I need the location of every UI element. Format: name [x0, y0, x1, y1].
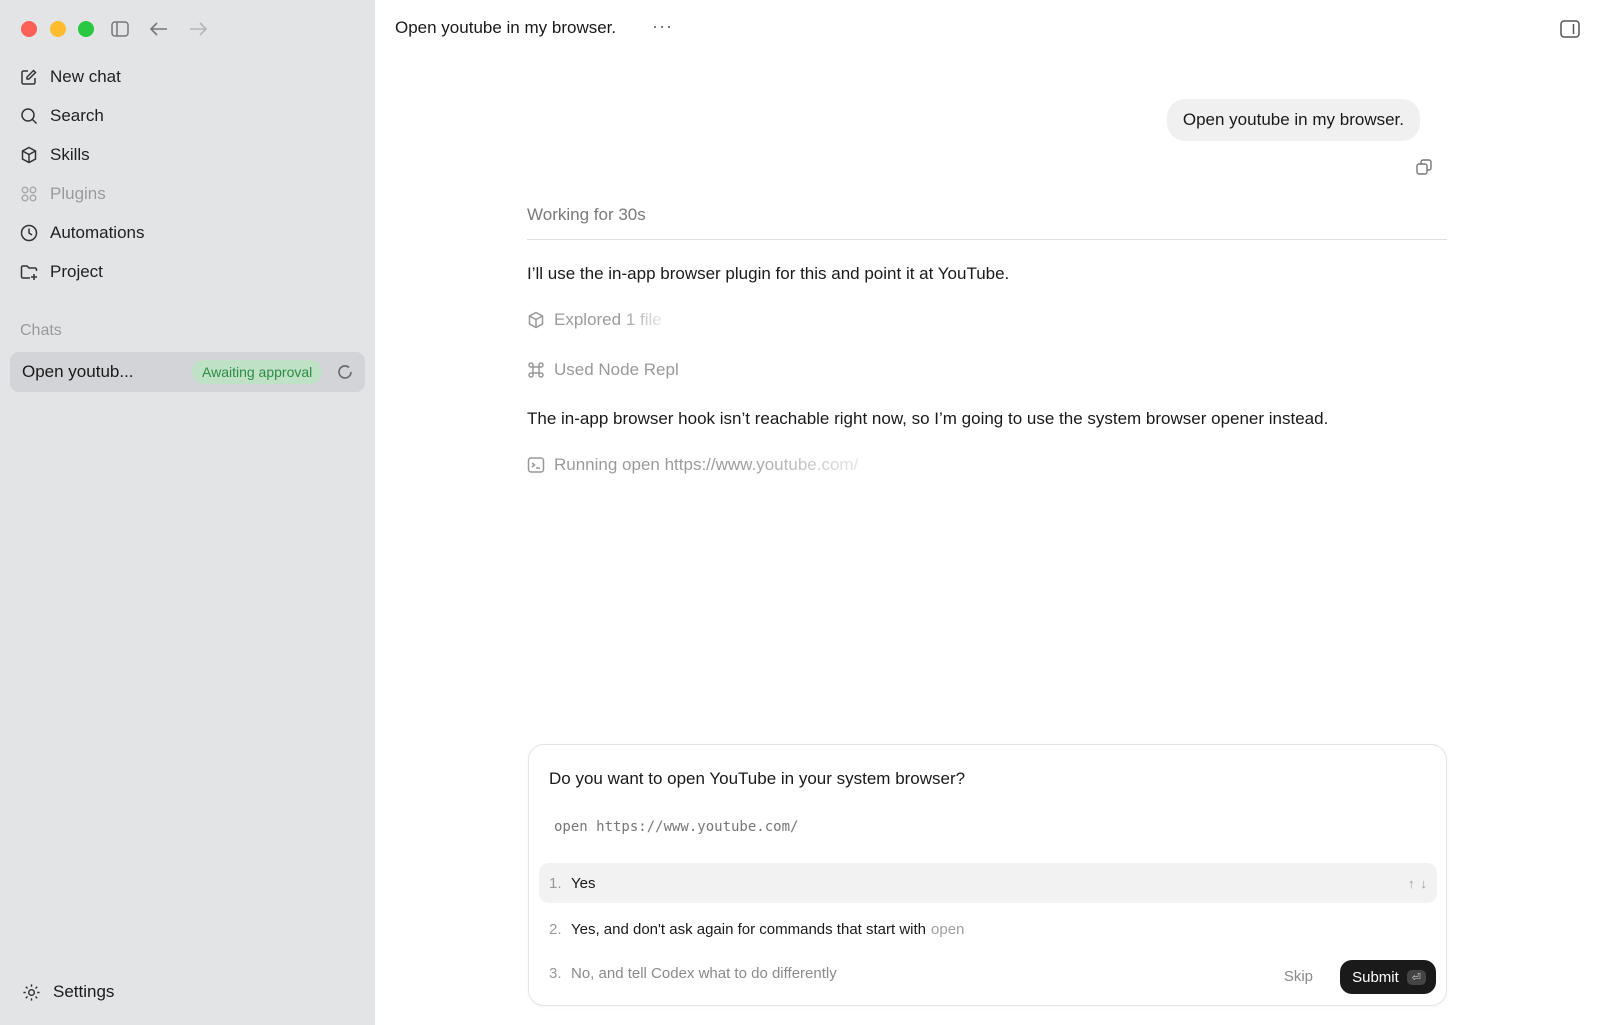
enter-key-icon: ⏎ — [1406, 969, 1426, 985]
settings-button[interactable]: Settings — [22, 982, 114, 1002]
sidebar-item-automations[interactable]: Automations — [20, 220, 145, 246]
sidebar-toggle-icon[interactable] — [109, 18, 131, 40]
approval-question: Do you want to open YouTube in your syst… — [549, 769, 966, 788]
terminal-icon — [527, 457, 545, 473]
sidebar-item-project[interactable]: Project — [20, 259, 103, 285]
gear-icon — [23, 983, 40, 1001]
tool-call-explored[interactable]: Explored 1 file — [527, 310, 662, 330]
option-label: Yes — [571, 874, 596, 892]
skip-button[interactable]: Skip — [1284, 968, 1313, 985]
working-status[interactable]: Working for 30s — [527, 205, 646, 225]
loading-spinner-icon — [338, 365, 352, 379]
approval-option-no[interactable]: 3. No, and tell Codex what to do differe… — [539, 953, 1239, 993]
folder-plus-icon — [20, 265, 38, 280]
chat-list-item[interactable]: Open youtub... Awaiting approval — [10, 352, 365, 392]
submit-button[interactable]: Submit ⏎ — [1340, 960, 1436, 994]
close-window-button[interactable] — [21, 21, 37, 37]
option-number: 2. — [549, 920, 562, 938]
arrow-up-icon: ↑ — [1408, 875, 1415, 891]
status-badge: Awaiting approval — [192, 360, 323, 384]
sidebar-item-label: Skills — [50, 145, 90, 164]
option-label: No, and tell Codex what to do differentl… — [571, 964, 837, 982]
sidebar-item-label: New chat — [50, 67, 121, 86]
approval-option-yes[interactable]: 1. Yes ↑ ↓ — [539, 863, 1437, 903]
sidebar-item-skills[interactable]: Skills — [20, 142, 90, 168]
minimize-window-button[interactable] — [50, 21, 66, 37]
approval-option-yes-always[interactable]: 2. Yes, and don't ask again for commands… — [539, 909, 1437, 949]
sidebar-item-label: Plugins — [50, 184, 106, 203]
user-message: Open youtube in my browser. — [1166, 99, 1420, 141]
option-number: 3. — [549, 964, 562, 982]
tool-call-label: Running open https://www.youtube.com/ — [554, 455, 859, 474]
tool-call-running[interactable]: Running open https://www.youtube.com/ — [527, 455, 858, 475]
forward-arrow-icon[interactable] — [187, 18, 209, 40]
sidebar-item-search[interactable]: Search — [20, 103, 104, 129]
sidebar: New chat Search Skills Plugins Automatio… — [0, 0, 375, 1025]
more-options-icon[interactable]: ··· — [652, 16, 673, 37]
chat-title: Open youtub... — [22, 362, 134, 381]
option-command-prefix: open — [931, 920, 965, 938]
approval-card: Do you want to open YouTube in your syst… — [528, 744, 1447, 1006]
sidebar-item-plugins[interactable]: Plugins — [20, 181, 106, 207]
option-number: 1. — [549, 874, 562, 892]
tool-call-label: Explored 1 file — [554, 310, 662, 329]
command-key-icon — [528, 362, 544, 378]
copy-icon[interactable] — [1415, 158, 1433, 176]
submit-label: Submit — [1352, 968, 1399, 986]
cube-icon — [528, 311, 544, 329]
arrow-down-icon: ↓ — [1420, 875, 1428, 891]
chats-section-label: Chats — [20, 322, 62, 339]
tool-call-node-repl[interactable]: Used Node Repl — [527, 360, 679, 380]
sidebar-item-new-chat[interactable]: New chat — [20, 64, 121, 90]
toggle-panel-icon[interactable] — [1560, 20, 1580, 38]
maximize-window-button[interactable] — [78, 21, 94, 37]
sidebar-item-label: Project — [50, 262, 103, 281]
divider — [527, 239, 1447, 240]
sidebar-item-label: Search — [50, 106, 104, 125]
edit-icon — [21, 69, 37, 85]
assistant-message: I’ll use the in-app browser plugin for t… — [527, 264, 1010, 283]
sidebar-item-label: Automations — [50, 223, 145, 242]
clock-icon — [20, 224, 38, 242]
cube-icon — [21, 146, 37, 164]
page-title: Open youtube in my browser. — [395, 18, 617, 37]
tool-call-label: Used Node Repl — [554, 360, 679, 379]
assistant-message: The in-app browser hook isn’t reachable … — [527, 409, 1329, 428]
option-label: Yes, and don't ask again for commands th… — [571, 920, 927, 938]
grid-icon — [21, 186, 37, 202]
settings-label: Settings — [53, 982, 115, 1001]
approval-command: open https://www.youtube.com/ — [554, 819, 799, 835]
back-arrow-icon[interactable] — [148, 18, 170, 40]
main-panel: Open youtube in my browser. ··· Open you… — [375, 0, 1600, 1025]
search-icon — [21, 108, 38, 125]
